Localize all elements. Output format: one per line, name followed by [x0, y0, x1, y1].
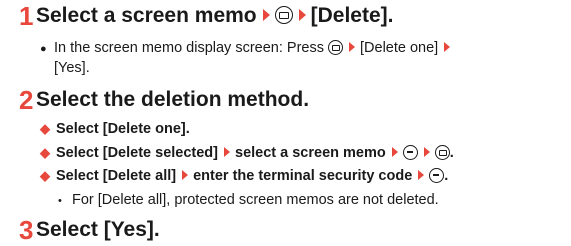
- step-1-heading: Select a screen memo [Delete].: [36, 3, 393, 29]
- arrow-icon: [349, 42, 356, 53]
- option-2-text-b: select a screen memo: [235, 145, 386, 161]
- dot-icon: •: [58, 195, 62, 207]
- option-delete-selected: ◆ Select [Delete selected] select a screen…: [40, 144, 454, 161]
- step-1-note-b: [Delete one]: [360, 40, 439, 56]
- step-1-note: ● In the screen memo display screen: Pres…: [40, 39, 455, 58]
- step-1-heading-part-b: [Delete].: [310, 4, 394, 27]
- arrow-icon: [444, 42, 451, 53]
- step-1-note-a: In the screen memo display screen: Press: [54, 40, 324, 56]
- step-1-heading-part-a: Select a screen memo: [36, 4, 257, 27]
- bullet-icon: ●: [40, 43, 47, 55]
- option-3-text-a: Select [Delete all]: [56, 168, 177, 184]
- diamond-icon: ◆: [40, 168, 50, 183]
- arrow-icon: [298, 9, 306, 22]
- camera-key-icon: [328, 39, 344, 55]
- step-1-note-cont: [Yes].: [54, 59, 90, 77]
- arrow-icon: [262, 9, 270, 22]
- step-2-heading: Select the deletion method.: [36, 88, 310, 111]
- arrow-icon: [182, 170, 189, 181]
- delete-all-note: • For [Delete all], protected screen memo…: [58, 191, 439, 210]
- step-3-heading: Select [Yes].: [36, 218, 160, 241]
- diamond-icon: ◆: [40, 121, 50, 136]
- option-3-text-b: enter the terminal security code: [193, 168, 413, 184]
- minus-key-icon: [429, 167, 445, 183]
- arrow-icon: [224, 147, 230, 158]
- arrow-icon: [391, 147, 398, 158]
- option-delete-one: ◆ Select [Delete one].: [40, 120, 190, 138]
- diamond-icon: ◆: [40, 145, 50, 160]
- option-1-text: Select [Delete one].: [56, 121, 190, 137]
- arrow-icon: [423, 147, 430, 158]
- sub-note-text: For [Delete all], protected screen memos…: [72, 192, 439, 208]
- camera-key-icon: [434, 144, 450, 160]
- step-1-note-c: [Yes].: [54, 60, 90, 76]
- option-delete-all: ◆ Select [Delete all] enter the terminal s…: [40, 167, 449, 184]
- arrow-icon: [418, 170, 425, 181]
- minus-key-icon: [402, 144, 418, 160]
- option-2-text-a: Select [Delete selected]: [56, 145, 218, 161]
- camera-key-icon: [274, 6, 293, 25]
